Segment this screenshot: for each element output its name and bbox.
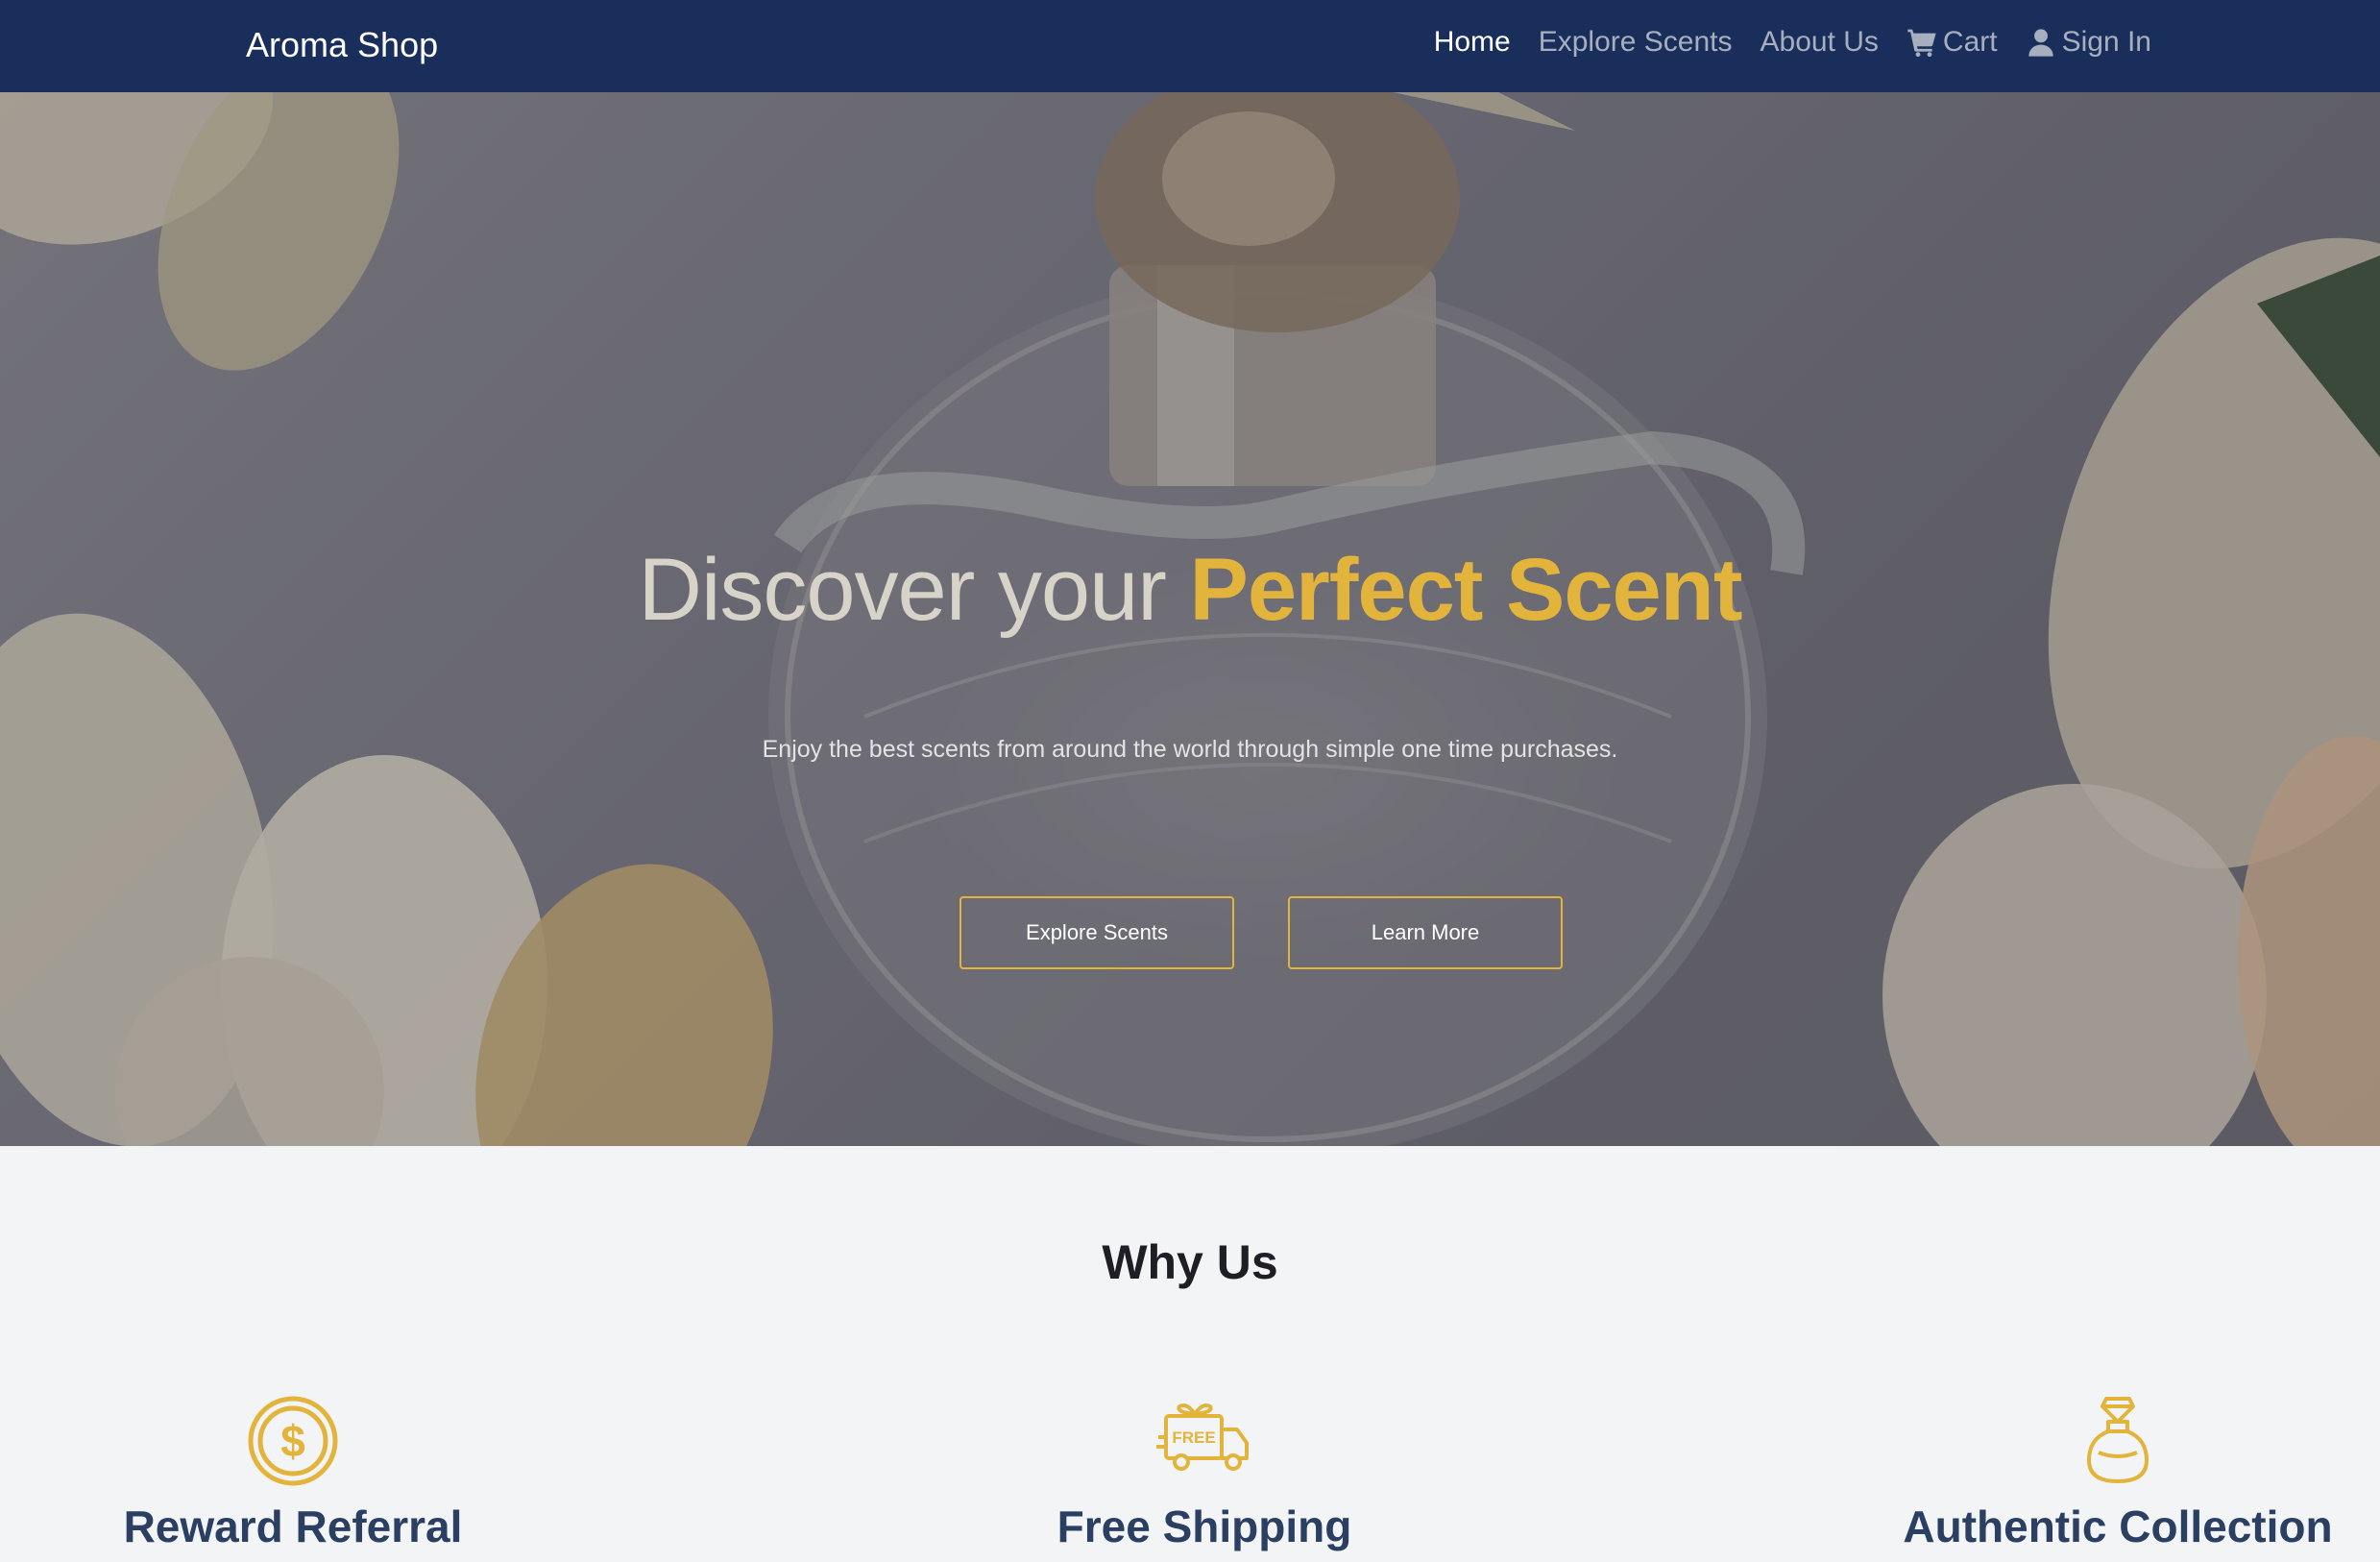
why-us-heading: Why Us xyxy=(1102,1235,1278,1289)
nav-explore-label: Explore Scents xyxy=(1538,26,1733,58)
nav-cart-label: Cart xyxy=(1942,26,1998,58)
hero-title-plain: Discover your xyxy=(638,541,1167,639)
dollar-coin-icon: $ xyxy=(248,1396,338,1486)
user-icon xyxy=(2028,29,2053,57)
feature-label: Free Shipping xyxy=(1056,1501,1352,1551)
hero-title-accent: Perfect Scent xyxy=(1189,541,1742,639)
svg-text:$: $ xyxy=(280,1416,305,1466)
explore-scents-button[interactable]: Explore Scents xyxy=(959,896,1234,969)
nav-about-us[interactable]: About Us xyxy=(1761,26,1879,59)
nav-links: Home Explore Scents About Us Cart Sign I… xyxy=(1434,26,2151,59)
feature-label: Authentic Collection xyxy=(1903,1501,2333,1551)
feature-free-shipping: FREE Free Shipping xyxy=(916,1393,1493,1552)
feature-label: Reward Referral xyxy=(123,1501,463,1551)
hero-subtitle: Enjoy the best scents from around the wo… xyxy=(762,736,1618,763)
nav-home[interactable]: Home xyxy=(1434,26,1511,59)
hero-section: Discover your Perfect Scent Enjoy the be… xyxy=(0,92,2380,1146)
free-delivery-truck-icon: FREE xyxy=(1156,1403,1249,1471)
nav-about-label: About Us xyxy=(1760,26,1879,58)
cart-icon xyxy=(1907,29,1936,58)
nav-sign-in[interactable]: Sign In xyxy=(2026,26,2151,59)
nav-cart[interactable]: Cart xyxy=(1906,26,1998,59)
hero-title: Discover your Perfect Scent xyxy=(0,540,2380,641)
brand-logo-text[interactable]: Aroma Shop xyxy=(246,25,438,65)
navbar: Aroma Shop Home Explore Scents About Us … xyxy=(0,0,2380,92)
svg-text:FREE: FREE xyxy=(1172,1428,1215,1447)
nav-home-label: Home xyxy=(1433,26,1511,58)
feature-reward-referral: $ Reward Referral xyxy=(5,1393,581,1552)
nav-signin-label: Sign In xyxy=(2061,26,2151,58)
learn-more-button[interactable]: Learn More xyxy=(1288,896,1563,969)
perfume-bottle-icon xyxy=(2087,1397,2149,1483)
feature-authentic-collection: Authentic Collection xyxy=(1830,1393,2380,1552)
nav-explore-scents[interactable]: Explore Scents xyxy=(1539,26,1733,59)
